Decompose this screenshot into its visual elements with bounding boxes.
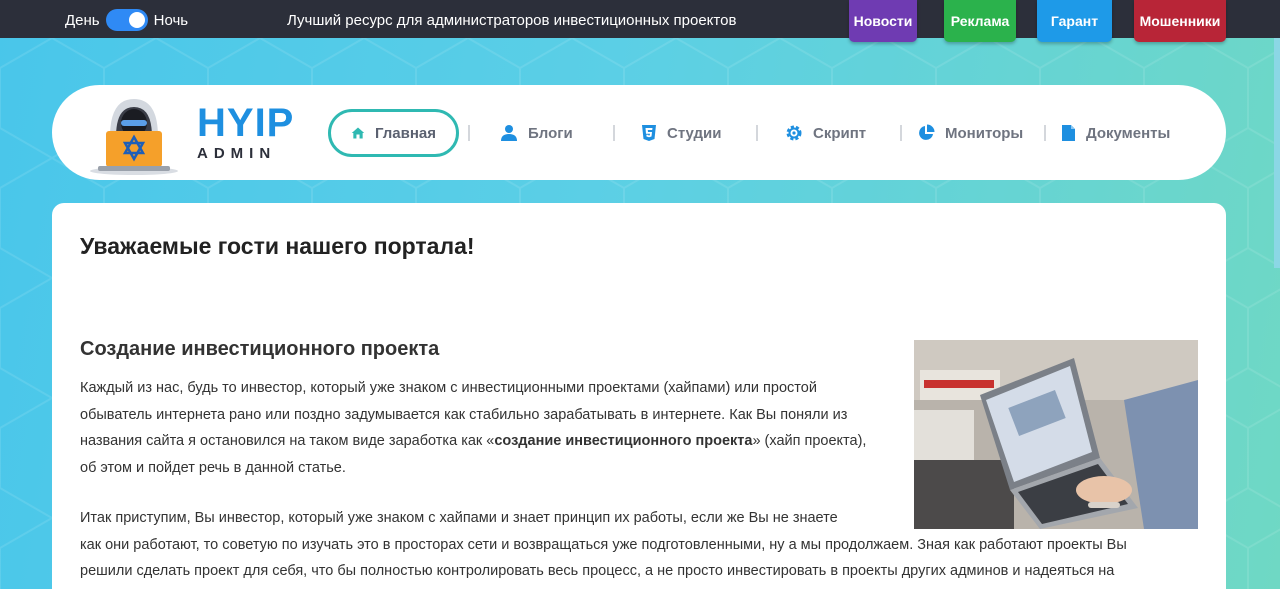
tagline: Лучший ресурс для администраторов инвест… — [287, 12, 737, 29]
nav-monitors[interactable]: Мониторы — [917, 109, 1023, 157]
document-icon — [1062, 125, 1075, 141]
article-title: Создание инвестиционного проекта — [80, 338, 440, 360]
nav-separator — [1044, 125, 1046, 141]
home-icon — [351, 127, 365, 139]
brand-subtitle: ADMIN — [197, 145, 277, 162]
page-title: Уважаемые гости нашего портала! — [80, 233, 475, 259]
ads-button[interactable]: Реклама — [944, 0, 1016, 42]
news-button[interactable]: Новости — [849, 0, 917, 42]
gear-icon — [786, 125, 802, 141]
paragraph-bold-text: создание инвестиционного проекта — [494, 433, 753, 449]
nav-label: Скрипт — [813, 124, 867, 142]
nav-label: Студии — [667, 124, 722, 142]
nav-label: Мониторы — [945, 124, 1024, 142]
nav-home[interactable]: Главная — [328, 109, 459, 157]
top-bar: День Ночь Лучший ресурс для администрато… — [0, 0, 1280, 42]
brand-name[interactable]: HYIP — [197, 103, 294, 143]
day-label: День — [65, 11, 100, 29]
theme-toggle[interactable] — [105, 9, 148, 31]
toggle-knob — [128, 12, 145, 28]
nav-separator — [468, 125, 470, 141]
article-image[interactable] — [914, 340, 1198, 529]
nav-separator — [756, 125, 758, 141]
content-card: Уважаемые гости нашего портала! Создание… — [52, 203, 1226, 589]
theme-switch: День Ночь — [65, 9, 189, 31]
nav-label: Документы — [1086, 124, 1171, 142]
nav-studios[interactable]: Студии — [641, 109, 722, 157]
nav-separator — [900, 125, 902, 141]
nav-documents[interactable]: Документы — [1061, 109, 1170, 157]
nav-label: Блоги — [528, 124, 573, 142]
nav-script[interactable]: Скрипт — [785, 109, 866, 157]
scammers-button[interactable]: Мошенники — [1134, 0, 1226, 42]
header-nav-card: HYIP ADMIN Главная Блоги Студии Скрипт М… — [52, 85, 1226, 180]
paragraph-text: Итак приступим, Вы инвестор, который уже… — [80, 510, 838, 526]
pie-chart-icon — [919, 124, 935, 140]
article-paragraph-1: Каждый из нас, будь то инвестор, который… — [80, 375, 886, 481]
night-label: Ночь — [153, 11, 189, 29]
nav-separator — [613, 125, 615, 141]
nav-blogs[interactable]: Блоги — [500, 109, 573, 157]
guarantee-button[interactable]: Гарант — [1037, 0, 1112, 42]
nav-label: Главная — [374, 124, 436, 142]
scrollbar[interactable] — [1274, 38, 1280, 268]
hacker-laptop-icon[interactable] — [88, 93, 180, 175]
paragraph-text: как они работают, то советую по изучать … — [80, 536, 1127, 580]
user-icon — [501, 125, 517, 141]
html5-icon — [642, 125, 656, 141]
